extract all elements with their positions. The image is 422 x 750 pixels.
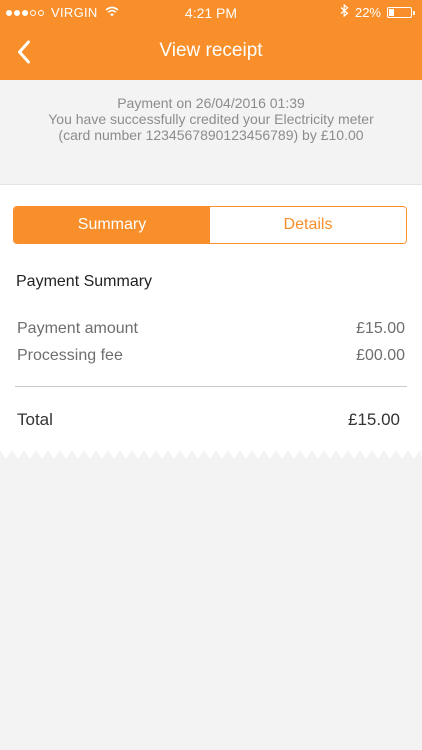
- bluetooth-icon: [340, 3, 349, 20]
- total-label: Total: [17, 410, 53, 429]
- tab-switcher: Summary Details: [13, 206, 407, 244]
- header: VIRGIN 4:21 PM 22% View receipt: [0, 0, 422, 80]
- payment-amount-value: £15.00: [356, 320, 405, 337]
- status-right: 22%: [340, 3, 415, 20]
- payment-amount-row: Payment amount £15.00: [17, 320, 405, 338]
- notice-line-2: You have successfully credited your Elec…: [48, 111, 374, 127]
- payment-amount-label: Payment amount: [17, 320, 138, 337]
- tab-summary[interactable]: Summary: [14, 207, 210, 243]
- page-title: View receipt: [159, 40, 263, 61]
- torn-edge-shape: [0, 446, 422, 459]
- status-bar: VIRGIN 4:21 PM 22%: [0, 0, 422, 26]
- receipt-card: Summary Details Payment Summary Payment …: [0, 184, 422, 448]
- battery-icon: [387, 6, 415, 18]
- battery-fill: [389, 8, 395, 16]
- divider: [15, 386, 407, 387]
- processing-fee-value: £00.00: [356, 347, 405, 364]
- tab-details[interactable]: Details: [210, 207, 406, 243]
- processing-fee-label: Processing fee: [17, 347, 123, 364]
- total-row: Total £15.00: [17, 410, 400, 430]
- notice-line-1: Payment on 26/04/2016 01:39: [117, 95, 305, 111]
- receipt-torn-edge: [0, 446, 422, 459]
- payment-notice: Payment on 26/04/2016 01:39 You have suc…: [0, 80, 422, 184]
- notice-line-3: (card number 1234567890123456789) by £10…: [58, 127, 364, 143]
- nav-bar: View receipt: [0, 26, 422, 80]
- processing-fee-row: Processing fee £00.00: [17, 347, 405, 365]
- battery-percent: 22%: [354, 4, 381, 20]
- total-value: £15.00: [348, 410, 400, 429]
- section-title: Payment Summary: [16, 273, 153, 290]
